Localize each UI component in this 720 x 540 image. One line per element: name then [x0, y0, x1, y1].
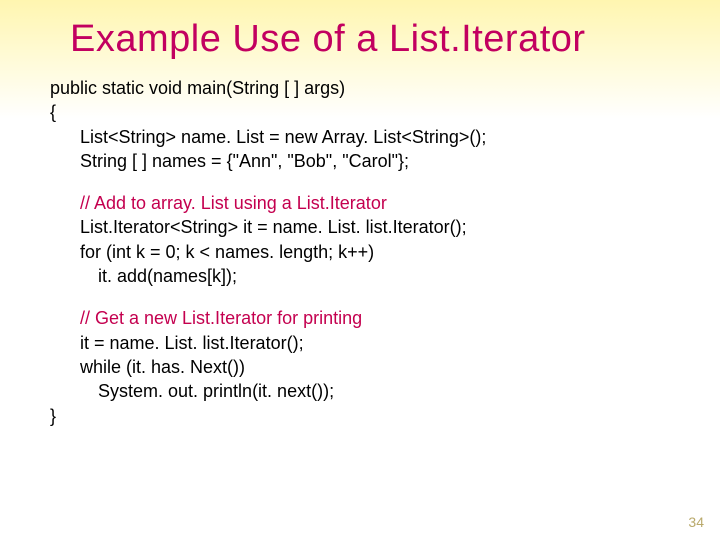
- code-line: List.Iterator<String> it = name. List. l…: [50, 215, 720, 239]
- code-line: String [ ] names = {"Ann", "Bob", "Carol…: [50, 149, 720, 173]
- slide: Example Use of a List.Iterator public st…: [0, 0, 720, 540]
- code-line: for (int k = 0; k < names. length; k++): [50, 240, 720, 264]
- blank-line: [50, 288, 720, 306]
- code-line-open-brace: {: [50, 100, 720, 124]
- blank-line: [50, 173, 720, 191]
- code-line: System. out. println(it. next());: [50, 379, 720, 403]
- code-comment: // Get a new List.Iterator for printing: [50, 306, 720, 330]
- code-comment: // Add to array. List using a List.Itera…: [50, 191, 720, 215]
- page-number: 34: [688, 514, 704, 530]
- code-line: it = name. List. list.Iterator();: [50, 331, 720, 355]
- code-line: List<String> name. List = new Array. Lis…: [50, 125, 720, 149]
- code-block: public static void main(String [ ] args)…: [0, 61, 720, 428]
- code-line-close-brace: }: [50, 404, 720, 428]
- code-line: while (it. has. Next()): [50, 355, 720, 379]
- code-line: it. add(names[k]);: [50, 264, 720, 288]
- slide-title: Example Use of a List.Iterator: [0, 0, 720, 61]
- code-line-signature: public static void main(String [ ] args): [50, 76, 720, 100]
